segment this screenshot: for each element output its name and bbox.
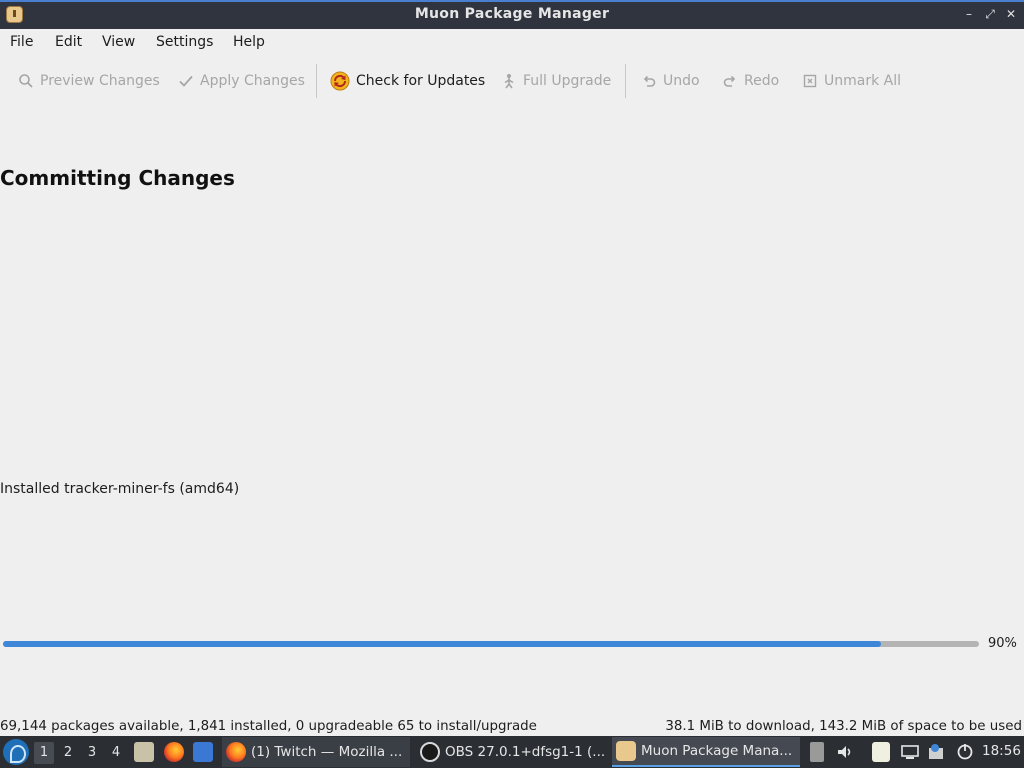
unmark-icon xyxy=(802,73,818,89)
full-upgrade-label: Full Upgrade xyxy=(523,73,612,89)
refresh-icon xyxy=(330,71,350,91)
menu-help[interactable]: Help xyxy=(233,34,265,50)
page-title: Committing Changes xyxy=(0,166,235,190)
file-manager-icon[interactable] xyxy=(134,742,154,762)
undo-label: Undo xyxy=(663,73,700,89)
menu-settings[interactable]: Settings xyxy=(156,34,213,50)
system-taskbar: 1 2 3 4 (1) Twitch — Mozilla ... OBS 27.… xyxy=(0,736,1024,768)
workspace-3[interactable]: 3 xyxy=(82,742,102,764)
window-title: Muon Package Manager xyxy=(414,6,610,22)
main-toolbar: Preview Changes Apply Changes Check for … xyxy=(0,60,1024,100)
progress-bar-fill xyxy=(3,641,882,647)
taskbar-task-twitch[interactable]: (1) Twitch — Mozilla ... xyxy=(222,737,410,767)
apply-changes-button[interactable]: Apply Changes xyxy=(178,71,305,91)
menu-edit[interactable]: Edit xyxy=(55,34,82,50)
search-icon xyxy=(18,73,34,89)
menu-view[interactable]: View xyxy=(102,34,135,50)
maximize-button[interactable]: ⤢ xyxy=(983,6,997,22)
taskbar-task-label: (1) Twitch — Mozilla ... xyxy=(251,744,403,760)
checkmark-icon xyxy=(178,73,194,89)
apply-changes-label: Apply Changes xyxy=(200,73,305,89)
undo-button[interactable]: Undo xyxy=(641,71,700,91)
window-titlebar[interactable]: Muon Package Manager – ⤢ ✕ xyxy=(0,0,1024,29)
check-for-updates-button[interactable]: Check for Updates xyxy=(330,71,485,91)
unmark-all-label: Unmark All xyxy=(824,73,902,89)
taskbar-task-muon[interactable]: Muon Package Mana... xyxy=(612,737,800,767)
progress-percent-label: 90% xyxy=(988,636,1017,651)
muon-icon xyxy=(616,741,636,761)
redo-button[interactable]: Redo xyxy=(722,71,779,91)
undo-icon xyxy=(641,73,657,89)
preview-changes-label: Preview Changes xyxy=(40,73,160,89)
commit-progress-bar xyxy=(3,641,979,647)
toolbar-separator xyxy=(316,64,317,98)
storage-tray-icon[interactable] xyxy=(810,742,824,762)
unmark-all-button[interactable]: Unmark All xyxy=(802,71,901,91)
power-icon[interactable] xyxy=(955,742,975,762)
workspace-4[interactable]: 4 xyxy=(106,742,126,764)
volume-icon[interactable] xyxy=(835,742,855,762)
package-count-status: 69,144 packages available, 1,841 install… xyxy=(0,719,537,734)
start-menu-icon[interactable] xyxy=(3,739,29,765)
update-notifier-icon[interactable] xyxy=(926,742,946,762)
taskbar-task-obs[interactable]: OBS 27.0.1+dfsg1-1 (... xyxy=(416,737,608,767)
obs-icon xyxy=(420,742,440,762)
toolbar-separator xyxy=(625,64,626,98)
upgrade-icon xyxy=(501,73,517,89)
check-for-updates-label: Check for Updates xyxy=(356,73,486,89)
firefox-icon[interactable] xyxy=(164,742,184,762)
close-button[interactable]: ✕ xyxy=(1004,6,1018,22)
full-upgrade-button[interactable]: Full Upgrade xyxy=(501,71,611,91)
clipboard-icon[interactable] xyxy=(872,742,890,762)
commit-status-message: Installed tracker-miner-fs (amd64) xyxy=(0,481,240,497)
preview-changes-button[interactable]: Preview Changes xyxy=(18,71,160,91)
menu-file[interactable]: File xyxy=(10,34,33,50)
taskbar-task-label: OBS 27.0.1+dfsg1-1 (... xyxy=(445,744,606,760)
workspace-2[interactable]: 2 xyxy=(58,742,78,764)
network-icon[interactable] xyxy=(900,742,920,762)
taskbar-clock[interactable]: 18:56 xyxy=(982,743,1021,759)
redo-icon xyxy=(722,73,738,89)
redo-label: Redo xyxy=(744,73,780,89)
minimize-button[interactable]: – xyxy=(962,6,976,22)
download-size-status: 38.1 MiB to download, 143.2 MiB of space… xyxy=(665,719,1022,734)
taskbar-task-label: Muon Package Mana... xyxy=(641,743,793,759)
firefox-icon xyxy=(226,742,246,762)
desktop-icon[interactable] xyxy=(193,742,213,762)
menu-bar: File Edit View Settings Help xyxy=(0,29,1024,56)
workspace-1[interactable]: 1 xyxy=(34,742,54,764)
